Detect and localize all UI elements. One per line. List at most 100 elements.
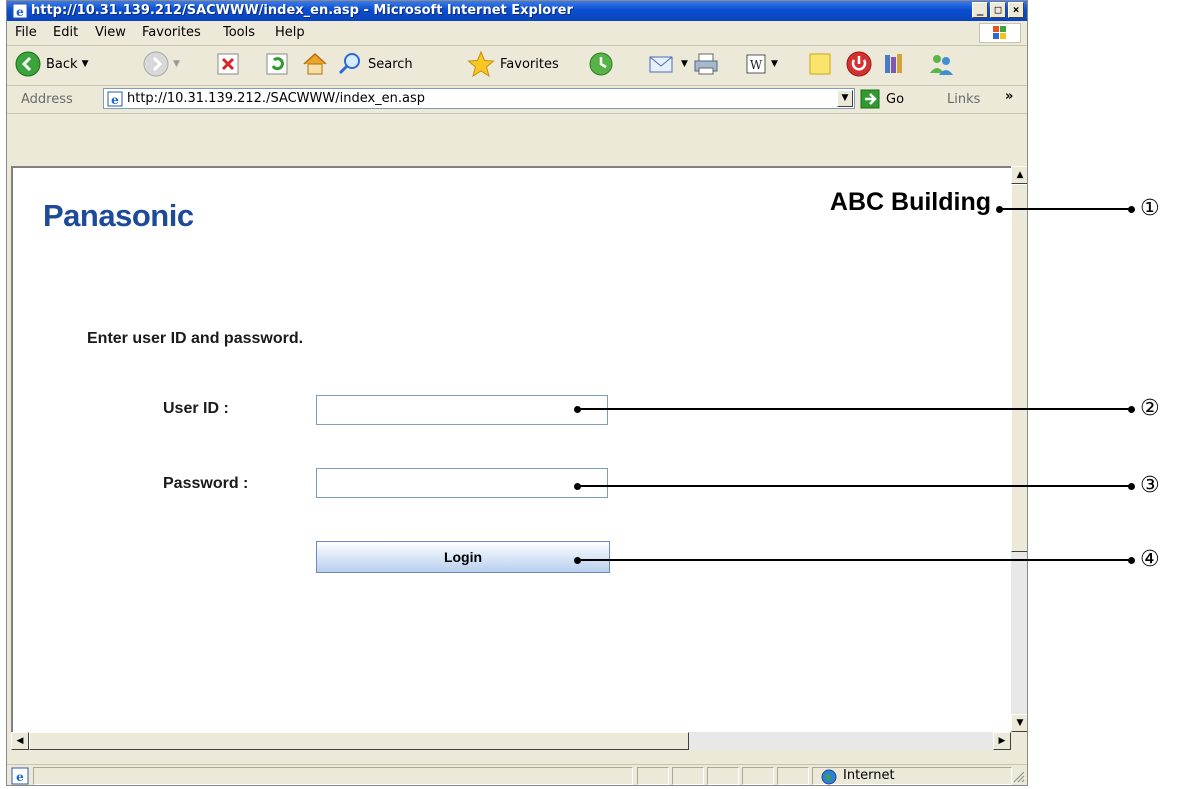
forward-button[interactable]: ▼ — [143, 49, 180, 79]
favorites-button[interactable]: Favorites — [467, 49, 559, 79]
address-bar: Address e http://10.31.139.212./SACWWW/i… — [7, 85, 1027, 114]
callout-end-dot-3 — [1128, 483, 1135, 490]
back-dropdown-icon[interactable]: ▼ — [82, 59, 89, 69]
horizontal-scroll-thumb[interactable] — [29, 732, 689, 750]
resize-grip-icon[interactable] — [1013, 771, 1025, 783]
status-text-panel — [33, 767, 633, 785]
page-icon: e — [107, 91, 123, 107]
forward-dropdown-icon[interactable]: ▼ — [173, 59, 180, 69]
search-button[interactable]: Search — [337, 49, 413, 79]
search-icon — [338, 53, 360, 75]
power-icon — [846, 51, 872, 77]
menu-edit[interactable]: Edit — [53, 25, 78, 40]
menu-view[interactable]: View — [95, 25, 126, 40]
vertical-scrollbar[interactable]: ▲ ▼ — [1011, 166, 1027, 732]
favorites-label: Favorites — [500, 56, 559, 72]
links-label[interactable]: Links — [947, 92, 980, 107]
stop-button[interactable] — [216, 49, 240, 79]
svg-text:e: e — [111, 93, 119, 107]
ie-page-icon: e — [12, 3, 28, 19]
callout-number-3: ③ — [1140, 473, 1160, 498]
callout-end-dot-2 — [1128, 406, 1135, 413]
callout-number-4: ④ — [1140, 547, 1160, 572]
edit-button[interactable]: W ▼ — [745, 49, 778, 79]
print-button[interactable] — [693, 49, 719, 79]
globe-icon — [821, 769, 837, 785]
browser-window: e http://10.31.139.212/SACWWW/index_en.a… — [6, 0, 1028, 786]
vertical-scroll-thumb[interactable] — [1011, 184, 1027, 552]
research-button[interactable] — [882, 49, 908, 79]
note-icon — [809, 53, 831, 75]
search-label: Search — [368, 56, 413, 72]
callout-number-1: ① — [1140, 196, 1160, 221]
go-arrow-icon — [860, 89, 880, 109]
callout-line-4 — [577, 559, 1131, 561]
callout-end-dot-4 — [1128, 557, 1135, 564]
login-prompt: Enter user ID and password. — [87, 330, 304, 347]
refresh-icon — [266, 53, 288, 75]
back-arrow-icon — [15, 51, 41, 77]
title-bar[interactable]: e http://10.31.139.212/SACWWW/index_en.a… — [7, 1, 1027, 21]
contacts-button[interactable] — [927, 49, 955, 79]
mail-icon — [649, 56, 673, 73]
menu-help[interactable]: Help — [275, 25, 305, 40]
user-id-input[interactable] — [316, 395, 608, 425]
mail-dropdown-icon[interactable]: ▼ — [681, 59, 688, 69]
history-icon — [589, 52, 613, 76]
go-label: Go — [886, 91, 905, 107]
status-panel — [742, 767, 774, 785]
page-status-icon: e — [11, 767, 29, 785]
discuss-button[interactable] — [807, 49, 833, 79]
maximize-button[interactable]: □ — [990, 2, 1006, 18]
address-dropdown-icon[interactable]: ▼ — [837, 90, 853, 107]
menu-favorites[interactable]: Favorites — [142, 25, 201, 40]
stop-icon — [217, 53, 239, 75]
edit-dropdown-icon[interactable]: ▼ — [771, 59, 778, 69]
status-bar: e Internet — [7, 764, 1027, 785]
links-chevron-icon[interactable]: » — [1005, 89, 1013, 104]
svg-text:e: e — [16, 5, 24, 19]
printer-icon — [694, 53, 718, 75]
scroll-down-icon[interactable]: ▼ — [1011, 714, 1027, 732]
zone-panel — [812, 767, 1012, 785]
callout-line-2 — [577, 408, 1131, 410]
go-button[interactable]: Go — [860, 89, 904, 109]
status-panel — [637, 767, 669, 785]
horizontal-scrollbar[interactable]: ◀ ▶ — [11, 732, 1011, 750]
page-viewport: Panasonic ABC Building Enter user ID and… — [11, 166, 1011, 746]
menu-tools[interactable]: Tools — [223, 25, 255, 40]
password-label: Password : — [163, 475, 249, 492]
callout-line-1 — [999, 208, 1131, 210]
people-icon — [930, 55, 953, 75]
building-name: ABC Building — [829, 188, 991, 216]
minimize-button[interactable]: _ — [972, 2, 988, 18]
close-button[interactable]: × — [1008, 2, 1024, 18]
svg-text:W: W — [750, 58, 763, 72]
address-url: http://10.31.139.212./SACWWW/index_en.as… — [127, 91, 426, 106]
back-label: Back — [46, 56, 78, 72]
status-panel — [707, 767, 739, 785]
security-zone-label: Internet — [843, 768, 895, 783]
back-button[interactable]: Back ▼ — [15, 49, 88, 79]
scroll-up-icon[interactable]: ▲ — [1011, 166, 1027, 184]
menu-file[interactable]: File — [15, 25, 37, 40]
books-icon — [885, 54, 902, 73]
mail-button[interactable]: ▼ — [647, 49, 688, 79]
forward-arrow-icon — [143, 51, 169, 77]
history-button[interactable] — [587, 49, 615, 79]
callout-line-3 — [577, 485, 1131, 487]
address-input[interactable]: e http://10.31.139.212./SACWWW/index_en.… — [103, 88, 855, 109]
callout-number-2: ② — [1140, 396, 1160, 421]
scroll-left-icon[interactable]: ◀ — [11, 732, 29, 750]
home-button[interactable] — [301, 49, 329, 79]
address-label: Address — [21, 92, 73, 107]
star-icon — [467, 50, 495, 78]
login-button[interactable]: Login — [316, 541, 610, 573]
password-input[interactable] — [316, 468, 608, 498]
callout-end-dot-1 — [1128, 206, 1135, 213]
home-icon — [303, 52, 327, 75]
scroll-right-icon[interactable]: ▶ — [993, 732, 1011, 750]
messenger-button[interactable] — [845, 49, 873, 79]
svg-text:e: e — [16, 770, 24, 784]
refresh-button[interactable] — [265, 49, 289, 79]
